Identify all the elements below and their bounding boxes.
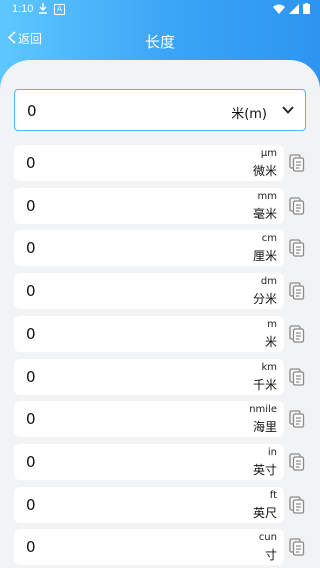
unit-symbol: dm [260, 276, 277, 287]
wifi-icon [273, 4, 285, 17]
status-bar: 1:10 A [0, 0, 320, 20]
unit-name: 米 [264, 335, 277, 349]
copy-icon[interactable] [289, 538, 305, 556]
unit-value[interactable]: 0 [26, 239, 36, 257]
unit-symbol: nmile [249, 404, 277, 415]
unit-name: 微米 [252, 164, 277, 178]
unit-name: 海里 [252, 420, 277, 434]
copy-icon[interactable] [289, 282, 305, 300]
status-right [273, 3, 310, 17]
copy-icon[interactable] [289, 239, 305, 257]
unit-name: 寸 [264, 548, 277, 562]
unit-value[interactable]: 0 [26, 410, 36, 428]
download-icon [38, 2, 48, 17]
selected-unit: 米(m) [231, 107, 267, 122]
unit-row-4: 0 m米 [14, 316, 284, 352]
unit-name: 千米 [252, 378, 277, 392]
unit-value[interactable]: 0 [26, 538, 36, 556]
copy-icon[interactable] [289, 410, 305, 428]
unit-value[interactable]: 0 [26, 496, 36, 514]
copy-icon[interactable] [289, 154, 305, 172]
unit-name: 英尺 [252, 506, 277, 520]
page-title: 长度 [144, 33, 175, 51]
unit-symbol: in [267, 447, 277, 458]
unit-row-2: 0 cm 厘米 [14, 230, 284, 266]
unit-row-6: 0 nmile 海里 [14, 401, 284, 437]
unit-name: 厘米 [252, 249, 277, 263]
unit-row-7: 0 in 英寸 [14, 444, 284, 480]
unit-symbol: cm [261, 233, 277, 244]
unit-symbol: cun [258, 532, 277, 543]
unit-value[interactable]: 0 [26, 154, 36, 172]
unit-symbol: ft [269, 490, 277, 501]
unit-row-8: 0 ft 英尺 [14, 487, 284, 523]
copy-icon[interactable] [289, 197, 305, 215]
unit-value[interactable]: 0 [26, 453, 36, 471]
chevron-down-icon[interactable] [281, 102, 295, 121]
copy-icon[interactable] [289, 368, 305, 386]
unit-name: 英寸 [252, 463, 277, 477]
unit-row-5: 0 km 千米 [14, 359, 284, 395]
copy-icon[interactable] [289, 325, 305, 343]
unit-name: 分米 [252, 292, 277, 306]
unit-symbol: mm [257, 191, 277, 202]
signal-icon [289, 3, 299, 17]
unit-symbol: m [267, 319, 277, 330]
unit-value[interactable]: 0 [26, 197, 36, 215]
battery-icon [303, 3, 310, 17]
nav-bar: 返回 长度 [0, 24, 320, 54]
unit-selector[interactable]: 0 米(m) [14, 89, 306, 131]
copy-icon[interactable] [289, 496, 305, 514]
unit-value[interactable]: 0 [26, 368, 36, 386]
notification-a-icon: A [54, 4, 65, 15]
unit-value[interactable]: 0 [26, 325, 36, 343]
main-value-input[interactable]: 0 [27, 102, 37, 120]
unit-name: 毫米 [252, 207, 277, 221]
unit-row-3: 0 dm 分米 [14, 273, 284, 309]
copy-icon[interactable] [289, 453, 305, 471]
status-time: 1:10 [12, 3, 34, 15]
unit-symbol: μm [260, 148, 277, 159]
unit-value[interactable]: 0 [26, 282, 36, 300]
unit-row-0: 0 μm 微米 [14, 145, 284, 181]
unit-row-9: 0 cun 寸 [14, 529, 284, 565]
unit-row-1: 0 mm 毫米 [14, 188, 284, 224]
unit-symbol: km [261, 362, 277, 373]
